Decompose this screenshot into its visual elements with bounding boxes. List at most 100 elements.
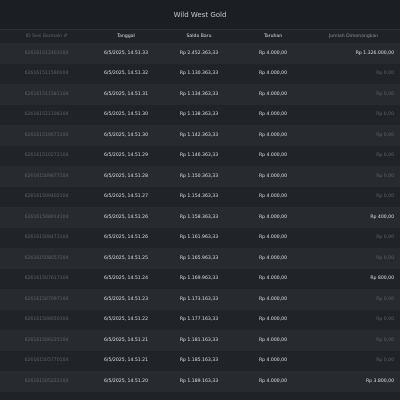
table-row[interactable]: 626161506650104 6/5/2025, 14.51.22 Rp 1.17… [0,309,400,330]
session-id-cell[interactable]: 626161508057104 [0,248,93,269]
balance-cell: Rp 1.185.163,33 [159,350,239,371]
bet-cell: Rp 4.000,00 [239,268,307,289]
table-header-row: ID Sesi Bermain # Tanggal Saldo Baru Tar… [0,30,400,43]
date-cell: 6/5/2025, 14.51.21 [93,350,159,371]
win-cell: Rp 0,00 [307,104,400,125]
date-cell: 6/5/2025, 14.51.31 [93,84,159,105]
balance-cell: Rp 1.161.963,33 [159,227,239,248]
win-cell: Rp 0,00 [307,227,400,248]
session-id-cell[interactable]: 626161506650104 [0,309,93,330]
date-cell: 6/5/2025, 14.51.30 [93,125,159,146]
date-cell: 6/5/2025, 14.51.27 [93,186,159,207]
session-id-cell[interactable]: 626161510671104 [0,125,93,146]
table-row[interactable]: 626161511581104 6/5/2025, 14.51.31 Rp 1.13… [0,84,400,105]
date-cell: 6/5/2025, 14.51.26 [93,227,159,248]
session-id-cell[interactable]: 626161512403104 [0,43,93,64]
win-cell: Rp 0,00 [307,309,400,330]
table-row[interactable]: 626161512403104 6/5/2025, 14.51.33 Rp 2.45… [0,43,400,64]
table-row[interactable]: 626161508914104 6/5/2025, 14.51.26 Rp 1.15… [0,207,400,228]
date-cell: 6/5/2025, 14.51.28 [93,166,159,187]
bet-cell: Rp 4.000,00 [239,371,307,392]
win-cell: Rp 0,00 [307,166,400,187]
date-cell: 6/5/2025, 14.51.20 [93,371,159,392]
balance-cell: Rp 1.130.363,33 [159,63,239,84]
balance-cell: Rp 1.138.363,33 [159,104,239,125]
win-cell: Rp 0,00 [307,289,400,310]
bet-cell: Rp 4.000,00 [239,227,307,248]
bet-cell: Rp 4.000,00 [239,350,307,371]
table-row[interactable]: 626161508473104 6/5/2025, 14.51.26 Rp 1.16… [0,227,400,248]
table-row[interactable]: 626161509402104 6/5/2025, 14.51.27 Rp 1.15… [0,186,400,207]
win-cell: Rp 0,00 [307,84,400,105]
window-title: Wild West Gold [0,0,400,30]
table-body: 626161512403104 6/5/2025, 14.51.33 Rp 2.45… [0,43,400,392]
date-cell: 6/5/2025, 14.51.26 [93,207,159,228]
balance-cell: Rp 2.452.363,33 [159,43,239,64]
session-id-cell[interactable]: 626161505222104 [0,371,93,392]
bet-cell: Rp 4.000,00 [239,248,307,269]
win-cell: Rp 0,00 [307,145,400,166]
session-id-cell[interactable]: 626161506225104 [0,330,93,351]
table-row[interactable]: 626161511108104 6/5/2025, 14.51.30 Rp 1.13… [0,104,400,125]
date-cell: 6/5/2025, 14.51.30 [93,104,159,125]
session-id-cell[interactable]: 626161505770104 [0,350,93,371]
win-cell: Rp 0,00 [307,63,400,84]
session-id-cell[interactable]: 626161511108104 [0,104,93,125]
table-row[interactable]: 626161507097104 6/5/2025, 14.51.23 Rp 1.17… [0,289,400,310]
header-bet: Taruhan [239,30,307,43]
date-cell: 6/5/2025, 14.51.33 [93,43,159,64]
balance-cell: Rp 1.154.363,33 [159,186,239,207]
session-id-cell[interactable]: 626161508914104 [0,207,93,228]
balance-cell: Rp 1.142.363,33 [159,125,239,146]
session-id-cell[interactable]: 626161509402104 [0,186,93,207]
table-row[interactable]: 626161511590104 6/5/2025, 14.51.32 Rp 1.13… [0,63,400,84]
date-cell: 6/5/2025, 14.51.29 [93,145,159,166]
date-cell: 6/5/2025, 14.51.22 [93,309,159,330]
history-window: Wild West Gold ID Sesi Bermain # Tanggal… [0,0,400,400]
win-cell: Rp 1.326.000,00 [307,43,400,64]
table-row[interactable]: 626161505770104 6/5/2025, 14.51.21 Rp 1.18… [0,350,400,371]
win-cell: Rp 0,00 [307,330,400,351]
date-cell: 6/5/2025, 14.51.24 [93,268,159,289]
balance-cell: Rp 1.173.163,33 [159,289,239,310]
session-id-cell[interactable]: 626161511590104 [0,63,93,84]
session-id-cell[interactable]: 626161510272104 [0,145,93,166]
bet-cell: Rp 4.000,00 [239,207,307,228]
bet-cell: Rp 4.000,00 [239,309,307,330]
date-cell: 6/5/2025, 14.51.21 [93,330,159,351]
bet-cell: Rp 4.000,00 [239,43,307,64]
bet-cell: Rp 4.000,00 [239,166,307,187]
balance-cell: Rp 1.177.163,33 [159,309,239,330]
session-id-cell[interactable]: 626161511581104 [0,84,93,105]
header-balance: Saldo Baru [159,30,239,43]
bet-cell: Rp 4.000,00 [239,104,307,125]
win-cell: Rp 0,00 [307,125,400,146]
bet-cell: Rp 4.000,00 [239,84,307,105]
table-row[interactable]: 626161510671104 6/5/2025, 14.51.30 Rp 1.14… [0,125,400,146]
table-row[interactable]: 626161505222104 6/5/2025, 14.51.20 Rp 1.18… [0,371,400,392]
header-win: Jumlah Dimenangkan [307,30,400,43]
balance-cell: Rp 1.134.363,33 [159,84,239,105]
session-id-cell[interactable]: 626161509877104 [0,166,93,187]
balance-cell: Rp 1.181.163,33 [159,330,239,351]
win-cell: Rp 400,00 [307,207,400,228]
date-cell: 6/5/2025, 14.51.23 [93,289,159,310]
table-row[interactable]: 626161507617104 6/5/2025, 14.51.24 Rp 1.16… [0,268,400,289]
balance-cell: Rp 1.158.363,33 [159,207,239,228]
date-cell: 6/5/2025, 14.51.25 [93,248,159,269]
table-row[interactable]: 626161508057104 6/5/2025, 14.51.25 Rp 1.16… [0,248,400,269]
bet-cell: Rp 4.000,00 [239,186,307,207]
session-id-cell[interactable]: 626161507617104 [0,268,93,289]
session-id-cell[interactable]: 626161507097104 [0,289,93,310]
balance-cell: Rp 1.189.163,33 [159,371,239,392]
balance-cell: Rp 1.150.363,33 [159,166,239,187]
bet-cell: Rp 4.000,00 [239,289,307,310]
history-table: ID Sesi Bermain # Tanggal Saldo Baru Tar… [0,30,400,392]
balance-cell: Rp 1.146.363,33 [159,145,239,166]
session-id-cell[interactable]: 626161508473104 [0,227,93,248]
table-row[interactable]: 626161506225104 6/5/2025, 14.51.21 Rp 1.18… [0,330,400,351]
table-row[interactable]: 626161509877104 6/5/2025, 14.51.28 Rp 1.15… [0,166,400,187]
table-row[interactable]: 626161510272104 6/5/2025, 14.51.29 Rp 1.14… [0,145,400,166]
balance-cell: Rp 1.165.963,33 [159,248,239,269]
bet-cell: Rp 4.000,00 [239,125,307,146]
